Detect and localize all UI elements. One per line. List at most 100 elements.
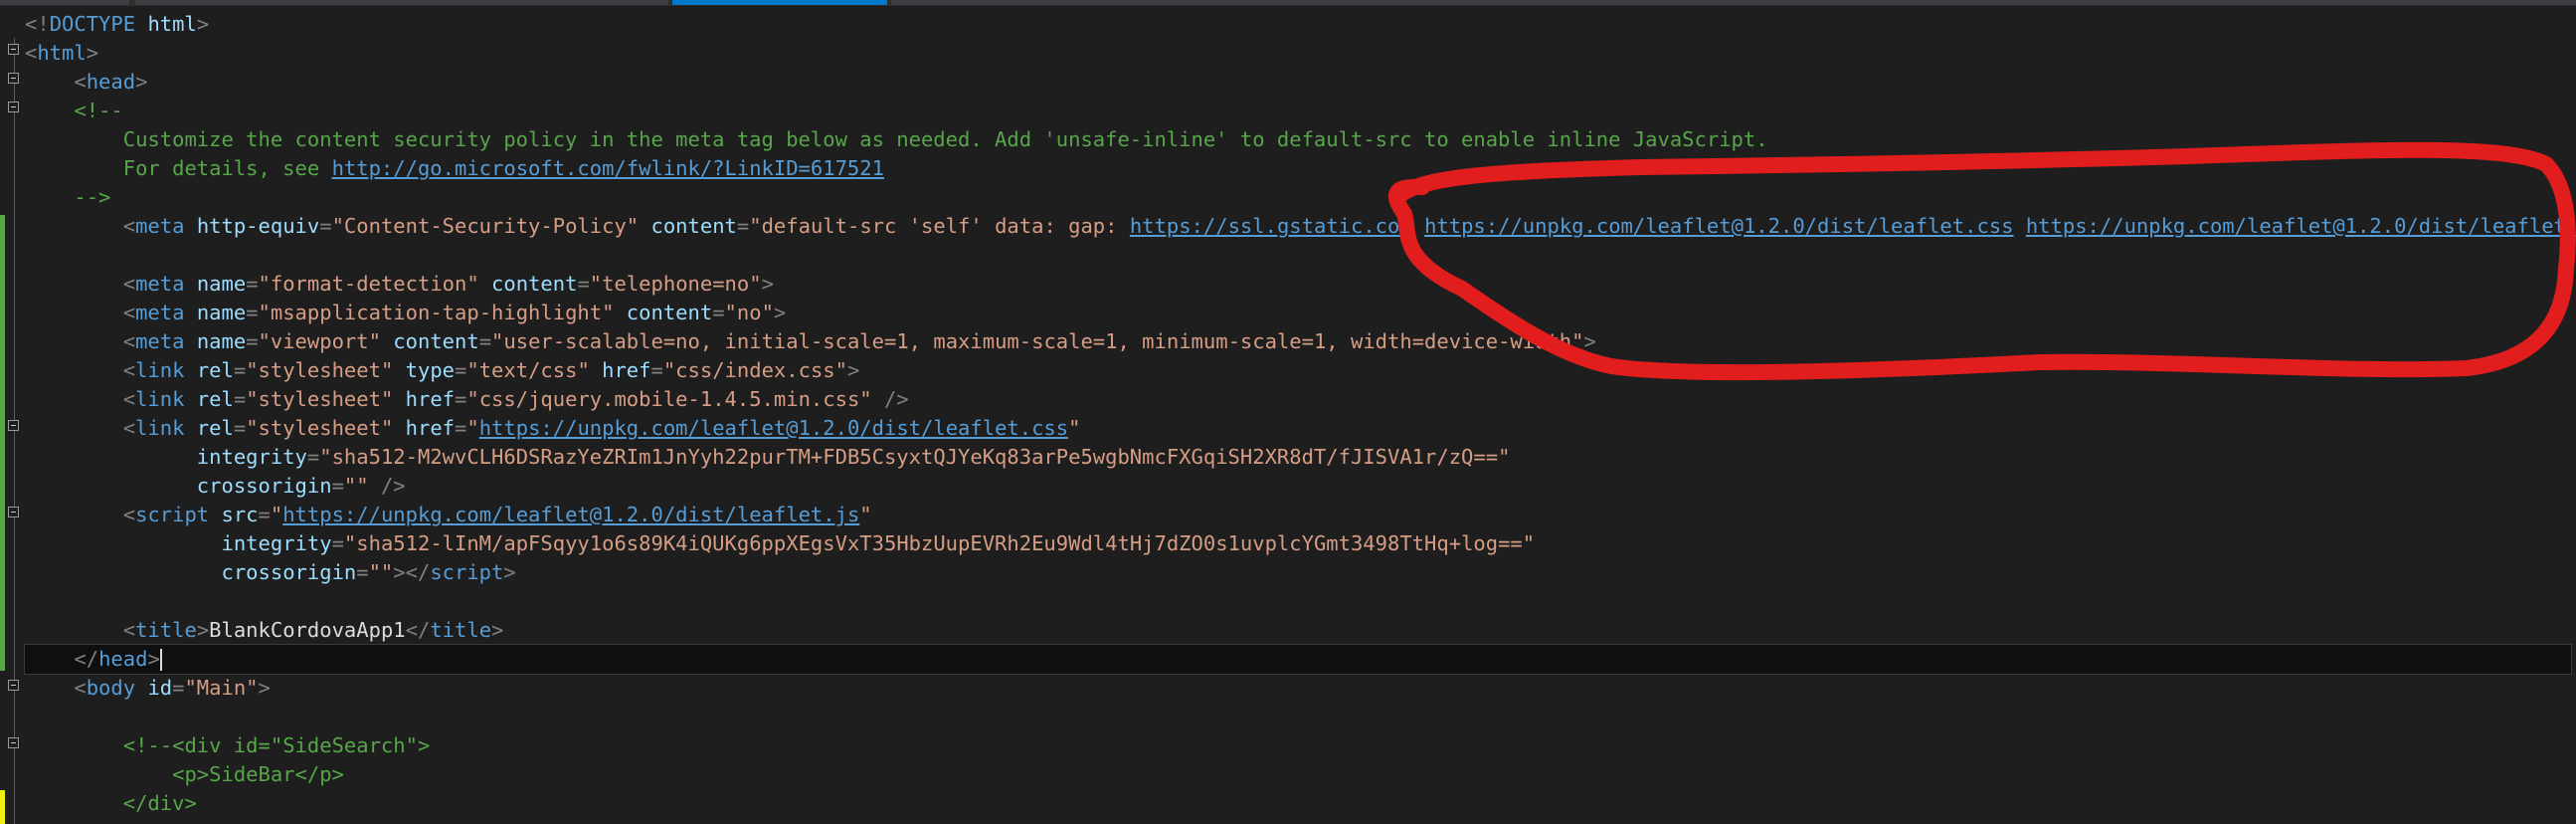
hyperlink[interactable]: https://unpkg.com/leaflet@1.2.0/dist/lea…: [282, 503, 859, 526]
code-line[interactable]: crossorigin=""></script>: [25, 558, 2576, 587]
document-tab[interactable]: [135, 0, 668, 5]
tag-token: link: [135, 358, 185, 382]
attribute-token: http-equiv: [196, 214, 320, 238]
delimiter-token: =: [455, 358, 467, 382]
document-tab[interactable]: [0, 0, 129, 5]
tag-token: link: [135, 387, 185, 411]
value-token: "Content-Security-Policy": [331, 214, 640, 238]
code-line[interactable]: <p>SideBar</p>: [25, 760, 2576, 789]
value-token: "stylesheet": [246, 387, 394, 411]
hyperlink[interactable]: https://ssl.gstatic.com: [1130, 214, 1412, 238]
attribute-token: html: [147, 12, 197, 36]
attribute-token: name: [196, 272, 247, 296]
code-line[interactable]: <!--<div id="SideSearch">: [25, 731, 2576, 760]
code-line[interactable]: [25, 241, 2576, 270]
code-line[interactable]: For details, see http://go.microsoft.com…: [25, 154, 2576, 183]
collapse-comment-icon[interactable]: [8, 102, 19, 112]
delimiter-token: <: [122, 358, 136, 382]
code-line[interactable]: <link rel="stylesheet" href="https://unp…: [25, 414, 2576, 443]
attribute-token: href: [405, 416, 456, 440]
code-line[interactable]: <link rel="stylesheet" type="text/css" h…: [25, 356, 2576, 385]
collapse-script-icon[interactable]: [8, 507, 19, 517]
code-line[interactable]: <meta name="format-detection" content="t…: [25, 270, 2576, 299]
code-editor[interactable]: <!DOCTYPE html> <html> <head> <!-- Custom…: [0, 6, 2576, 824]
delimiter-token: >: [491, 618, 504, 642]
delimiter-token: =: [331, 531, 344, 555]
code-line[interactable]: <link rel="stylesheet" href="css/jquery.…: [25, 385, 2576, 414]
collapse-html-icon[interactable]: [8, 44, 19, 55]
delimiter-token: <: [122, 301, 136, 324]
hyperlink[interactable]: https://unpkg.com/leaflet@1.2.0/dist/lea…: [2026, 214, 2576, 238]
active-document-tab[interactable]: [672, 0, 887, 5]
code-line[interactable]: <meta name="viewport" content="user-scal…: [25, 327, 2576, 356]
delimiter-token: />: [380, 474, 406, 498]
code-line[interactable]: Customize the content security policy in…: [25, 125, 2576, 154]
code-line[interactable]: <script src="https://unpkg.com/leaflet@1…: [25, 501, 2576, 529]
hyperlink[interactable]: https://unpkg.com/leaflet@1.2.0/dist/lea…: [1424, 214, 2013, 238]
code-line[interactable]: [25, 587, 2576, 616]
delimiter-token: =: [712, 301, 725, 324]
delimiter-token: =: [233, 387, 247, 411]
code-line[interactable]: integrity="sha512-M2wvCLH6DSRazYeZRIm1Jn…: [25, 443, 2576, 472]
delimiter-token: />: [884, 387, 909, 411]
delimiter-token: =: [650, 358, 663, 382]
code-line[interactable]: -->: [25, 183, 2576, 212]
code-line[interactable]: [25, 703, 2576, 731]
code-line[interactable]: <meta name="msapplication-tap-highlight"…: [25, 299, 2576, 327]
tag-token: head: [98, 647, 148, 671]
attribute-token: href: [405, 387, 456, 411]
value-token: "telephone=no": [589, 272, 762, 296]
text-token: BlankCordovaApp1: [209, 618, 406, 642]
delimiter-token: <: [122, 503, 136, 526]
collapse-head-icon[interactable]: [8, 73, 19, 84]
delimiter-token: =: [246, 301, 259, 324]
hyperlink[interactable]: http://go.microsoft.com/fwlink/?LinkID=6…: [332, 156, 884, 180]
delimiter-token: >: [196, 12, 210, 36]
tag-token: title: [430, 618, 492, 642]
collapse-body-icon[interactable]: [8, 680, 19, 691]
code-line[interactable]: <body id="Main">: [25, 674, 2576, 703]
attribute-token: name: [196, 329, 247, 353]
text-cursor: [159, 649, 162, 671]
value-token: "css/jquery.mobile-1.4.5.min.css": [466, 387, 872, 411]
document-tab[interactable]: [891, 0, 2576, 5]
collapse-link-icon[interactable]: [8, 420, 19, 431]
delimiter-token: =: [736, 214, 750, 238]
delimiter-token: </: [74, 647, 99, 671]
delimiter-token: =: [306, 445, 320, 469]
saved-change-marker: [0, 215, 5, 273]
code-line[interactable]: <title>BlankCordovaApp1</title>: [25, 616, 2576, 645]
delimiter-token: =: [319, 214, 332, 238]
code-line[interactable]: <!DOCTYPE html>: [25, 10, 2576, 39]
code-line[interactable]: <html>: [25, 39, 2576, 68]
code-line[interactable]: crossorigin="" />: [25, 472, 2576, 501]
tag-token: link: [135, 416, 185, 440]
hyperlink[interactable]: https://unpkg.com/leaflet@1.2.0/dist/lea…: [479, 416, 1068, 440]
attribute-token: crossorigin: [221, 560, 357, 584]
current-code-line[interactable]: </head>: [24, 644, 2572, 675]
code-lines[interactable]: <!DOCTYPE html> <html> <head> <!-- Custom…: [24, 10, 2576, 818]
delimiter-token: <: [122, 387, 136, 411]
collapse-comment-icon[interactable]: [8, 737, 19, 748]
attribute-token: rel: [196, 358, 234, 382]
code-line[interactable]: <!--: [25, 97, 2576, 125]
comment-token: Customize the content security policy in…: [25, 127, 1768, 151]
code-line[interactable]: <head>: [25, 68, 2576, 97]
delimiter-token: =: [233, 358, 247, 382]
delimiter-token: <: [122, 618, 136, 642]
code-line[interactable]: integrity="sha512-lInM/apFSqyy1o6s89K4iQ…: [25, 529, 2576, 558]
code-line[interactable]: <meta http-equiv="Content-Security-Polic…: [25, 212, 2576, 241]
code-line[interactable]: </div>: [25, 789, 2576, 818]
